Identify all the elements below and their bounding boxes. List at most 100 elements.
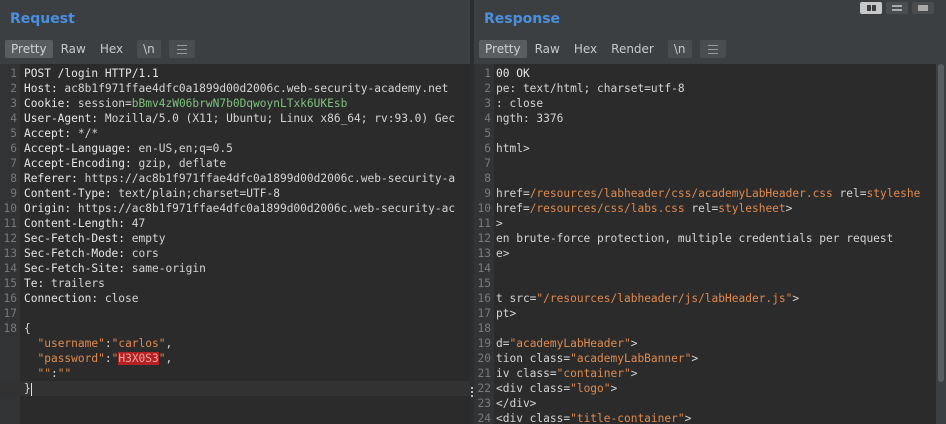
side-by-side-icon[interactable]	[860, 2, 882, 14]
code-token: text/plain;charset=UTF-8	[118, 187, 280, 200]
tab-raw[interactable]: Raw	[529, 40, 566, 58]
code-token: :	[104, 337, 112, 350]
code-token: "academyLabHeader"	[509, 337, 631, 350]
code-line: 4 ngth: 3376	[474, 111, 936, 126]
line-number: 4	[484, 112, 491, 125]
line-number: 22	[477, 382, 491, 395]
code-token: Host:	[24, 82, 65, 95]
code-token: ,	[165, 337, 173, 350]
tab-render[interactable]: Render	[605, 40, 660, 58]
code-line: 11 >	[474, 216, 936, 231]
code-token: >	[496, 217, 503, 230]
code-line: 2 Host: ac8b1f971ffae4dfc0a1899d00d2006c.…	[0, 81, 470, 96]
code-line: 23 </div>	[474, 396, 936, 411]
line-number: 5	[10, 127, 17, 140]
code-token: styleshe	[866, 187, 921, 200]
code-token: Sec-Fetch-Dest:	[24, 232, 132, 245]
code-token: Sec-Fetch-Site:	[24, 262, 132, 275]
code-token: en brute-force protection, multiple cred…	[496, 232, 894, 245]
code-token: Content-Type:	[24, 187, 119, 200]
code-line: 14	[474, 261, 936, 276]
code-token: pe: text/html; charset=utf-8	[496, 82, 685, 95]
code-token: href=	[496, 202, 530, 215]
code-token: >	[610, 382, 618, 395]
code-text: Cookie: session=bBmv4zW06brwN7b0DqwoynLT…	[24, 96, 347, 111]
code-line: 22 <div class="logo">	[474, 381, 936, 396]
code-token: t src=	[496, 292, 537, 305]
code-token: </div>	[496, 397, 537, 410]
line-number: 8	[484, 172, 491, 185]
code-line: 15 Te: trailers	[0, 276, 470, 291]
tab-pretty[interactable]: Pretty	[5, 40, 53, 58]
code-token: tion class=	[496, 352, 571, 365]
line-number: 18	[3, 322, 17, 335]
newline-toggle[interactable]: \n	[137, 40, 161, 58]
code-line: 3: close	[474, 96, 936, 111]
code-text: href=/resources/labheader/css/academyLab…	[496, 186, 920, 201]
code-text: pe: text/html; charset=utf-8	[496, 81, 685, 96]
code-text: Accept-Encoding: gzip, deflate	[24, 156, 226, 171]
response-scrollbar[interactable]	[936, 64, 946, 424]
code-token: "username"	[37, 337, 105, 350]
tab-pretty[interactable]: Pretty	[479, 40, 527, 58]
code-line: 18 {	[0, 321, 470, 336]
code-line: 14 Sec-Fetch-Site: same-origin	[0, 261, 470, 276]
code-text: Accept: */*	[24, 126, 98, 141]
scrollbar-thumb[interactable]	[938, 64, 944, 382]
code-line: 5 Accept: */*	[0, 126, 470, 141]
code-text: html>	[496, 141, 530, 156]
code-token: >	[684, 412, 692, 424]
code-token: "academyLabBanner"	[570, 352, 692, 365]
request-editor[interactable]: 1 POST /login HTTP/1.1 2 Host: ac8b1f971ffa…	[0, 64, 470, 424]
code-line: 3 Cookie: session=bBmv4zW06brwN7b0DqwoynL…	[0, 96, 470, 111]
code-text: User-Agent: Mozilla/5.0 (X11; Ubuntu; Li…	[24, 111, 455, 126]
response-lines: 1 00 OK 2 pe: text/html; charset=utf-8 3: cl…	[474, 66, 936, 424]
line-number: 17	[477, 307, 491, 320]
code-text: Te: trailers	[24, 276, 105, 291]
newline-toggle[interactable]: \n	[667, 40, 692, 58]
line-number: 1	[10, 67, 17, 80]
line-number: 14	[3, 262, 17, 275]
code-token: Referer:	[24, 172, 85, 185]
tab-hex[interactable]: Hex	[94, 40, 129, 58]
line-number: 6	[484, 142, 491, 155]
code-token: Cookie:	[24, 97, 78, 110]
menu-icon[interactable]	[168, 40, 195, 58]
code-token: "logo"	[570, 382, 611, 395]
single-pane-icon[interactable]	[912, 2, 934, 14]
code-token: Accept-Encoding:	[24, 157, 139, 170]
code-token: html>	[496, 142, 530, 155]
code-token: d=	[496, 337, 510, 350]
code-token: ac8b1f971ffae4dfc0a1899d00d2006c.web-sec…	[64, 82, 449, 95]
code-token: /resources/css/labs.css	[529, 202, 685, 215]
tab-raw[interactable]: Raw	[55, 40, 92, 58]
response-editor[interactable]: 1 00 OK 2 pe: text/html; charset=utf-8 3: cl…	[474, 64, 936, 424]
request-lines: 1 POST /login HTTP/1.1 2 Host: ac8b1f971ffa…	[0, 66, 470, 396]
code-token: ""	[37, 367, 51, 380]
stacked-layout-icon[interactable]	[886, 2, 908, 14]
code-token: >	[691, 352, 699, 365]
code-token: ""	[57, 367, 72, 380]
code-line: 16 Connection: close	[0, 291, 470, 306]
code-token: "	[158, 352, 166, 365]
highlighted-text: H3X0S3	[118, 352, 159, 365]
code-token: User-Agent:	[24, 112, 105, 125]
menu-icon[interactable]	[699, 40, 726, 58]
code-token: 00 OK	[496, 67, 530, 80]
code-text: Sec-Fetch-Dest: empty	[24, 231, 165, 246]
code-line: 18	[474, 321, 936, 336]
line-number: 13	[3, 247, 17, 260]
tab-hex[interactable]: Hex	[568, 40, 603, 58]
code-line: 10 Origin: https://ac8b1f971ffae4dfc0a189…	[0, 201, 470, 216]
code-line: 15	[474, 276, 936, 291]
code-token: :	[104, 352, 112, 365]
text-cursor	[30, 382, 32, 396]
code-token: "carlos"	[111, 337, 166, 350]
code-token: stylesheet	[718, 202, 786, 215]
code-text: 00 OK	[496, 66, 530, 81]
line-number: 1	[484, 67, 491, 80]
code-token: iv class=	[496, 367, 557, 380]
code-line: 24 <div class="title-container">	[474, 411, 936, 424]
